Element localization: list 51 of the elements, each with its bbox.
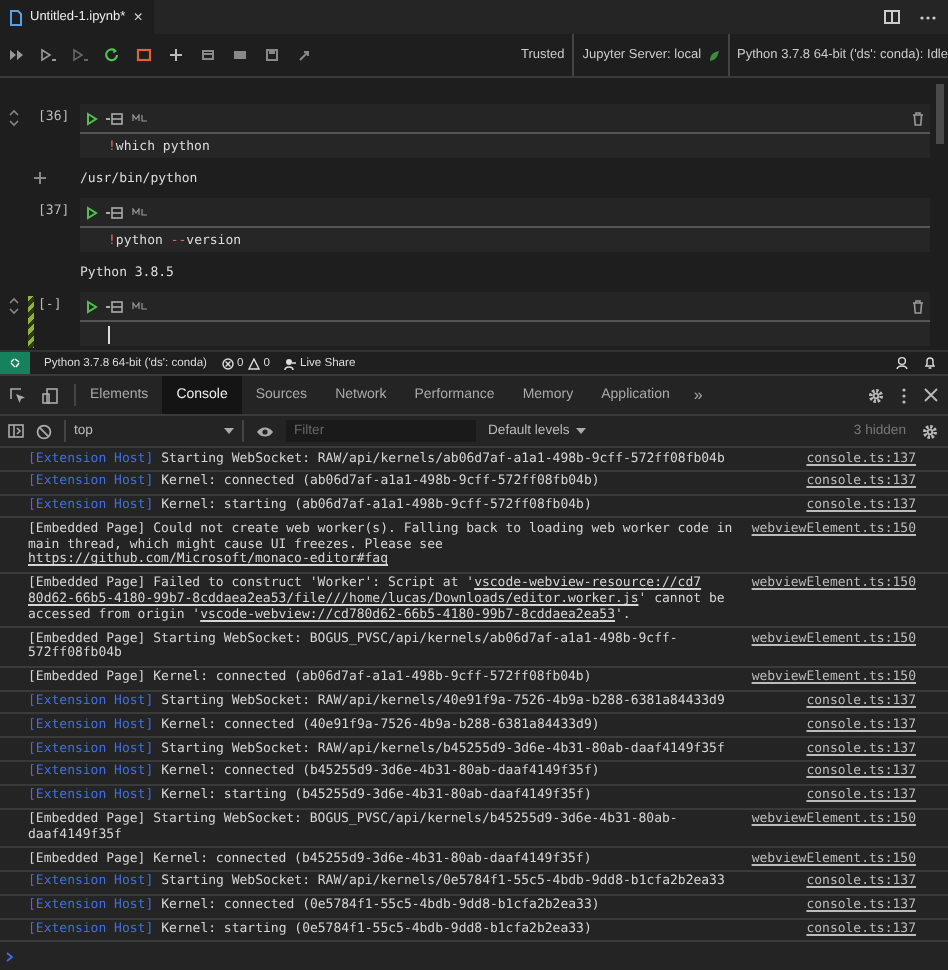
run-cell-icon[interactable]: [86, 111, 98, 125]
chevron-down-icon[interactable]: [8, 120, 20, 128]
export-icon[interactable]: [296, 48, 312, 62]
markdown-toggle-icon[interactable]: [132, 114, 148, 122]
device-toolbar-icon[interactable]: [42, 387, 58, 403]
leaf-icon: [707, 49, 720, 61]
markdown-toggle-icon[interactable]: [132, 302, 148, 310]
run-by-line-icon[interactable]: [106, 111, 124, 125]
markdown-toggle-icon[interactable]: [132, 208, 148, 216]
eye-icon[interactable]: [256, 425, 274, 437]
add-cell-icon[interactable]: [34, 172, 46, 184]
sidebar-icon[interactable]: [8, 424, 24, 438]
run-below-icon[interactable]: [72, 48, 88, 62]
dropdown-caret-icon: [575, 428, 586, 434]
more-tabs-button[interactable]: »: [683, 386, 713, 404]
settings-icon[interactable]: [868, 387, 884, 403]
run-all-icon[interactable]: [8, 48, 24, 62]
run-cell-icon[interactable]: [86, 205, 98, 219]
bell-icon[interactable]: [924, 356, 936, 370]
error-icon: [221, 357, 233, 369]
close-icon[interactable]: [924, 388, 938, 402]
run-above-icon[interactable]: [40, 48, 56, 62]
plus-icon[interactable]: [168, 48, 184, 62]
feedback-icon[interactable]: [896, 356, 910, 370]
clear-console-icon[interactable]: [36, 423, 52, 439]
scrollbar-thumb[interactable]: [936, 84, 944, 144]
trash-icon[interactable]: [912, 299, 924, 313]
chevron-up-icon[interactable]: [8, 296, 20, 304]
chevron-down-icon[interactable]: [8, 308, 20, 316]
inspect-icon[interactable]: [10, 387, 26, 403]
remote-icon: [10, 358, 20, 368]
dropdown-caret-icon: [224, 428, 234, 434]
table-icon[interactable]: [232, 48, 248, 62]
split-editor-icon[interactable]: [884, 10, 900, 24]
stop-icon[interactable]: [136, 48, 152, 62]
restart-icon[interactable]: [104, 48, 120, 62]
live-share-icon: [283, 357, 296, 369]
warning-icon: [247, 357, 260, 369]
run-cell-icon[interactable]: [86, 299, 98, 313]
variables-icon[interactable]: [200, 48, 216, 62]
remote-button[interactable]: [0, 352, 30, 374]
trash-icon[interactable]: [912, 111, 924, 125]
prompt-chevron-icon[interactable]: [6, 952, 14, 963]
file-icon: [10, 9, 22, 25]
chevron-up-icon[interactable]: [8, 108, 20, 116]
run-by-line-icon[interactable]: [106, 299, 124, 313]
save-icon[interactable]: [264, 48, 280, 62]
settings-icon[interactable]: [922, 423, 938, 439]
close-button[interactable]: ×: [133, 8, 143, 26]
text-cursor: [108, 325, 110, 343]
run-by-line-icon[interactable]: [106, 205, 124, 219]
